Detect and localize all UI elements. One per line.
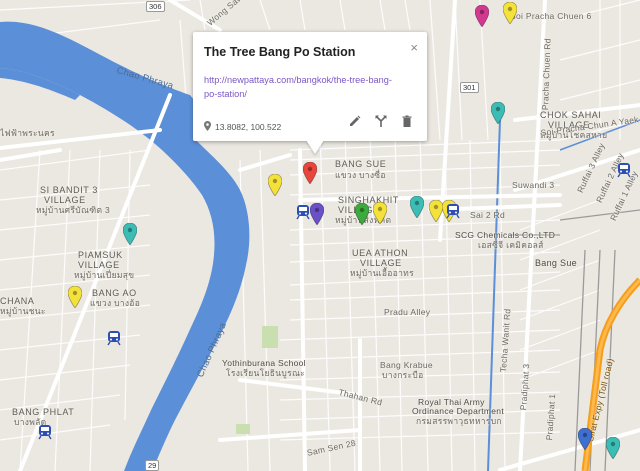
location-pin-icon xyxy=(204,121,211,133)
scg-chemicals-thai-label: เอสซีจี เคมิคอลส์ xyxy=(478,240,544,250)
edit-icon[interactable] xyxy=(349,114,361,126)
uea-athon-thai-label: หมู่บ้านเอื้ออาทร xyxy=(350,268,414,278)
blue-marker[interactable] xyxy=(577,427,593,451)
magenta-marker[interactable] xyxy=(474,4,490,28)
yellow-marker[interactable] xyxy=(372,201,388,225)
bang-phlat-label: BANG PHLAT xyxy=(12,407,75,417)
royal-thai-army-thai-label: กรมสรรพาวุธทหารบก xyxy=(416,416,502,426)
purple-marker[interactable] xyxy=(309,202,325,226)
info-window-link-line2[interactable]: po-station/ xyxy=(204,89,247,99)
selected-red-marker[interactable] xyxy=(302,161,318,185)
info-window-coordinates: 13.8082, 100.522 xyxy=(204,121,281,133)
bang-ao-label: BANG AO xyxy=(92,288,137,298)
bang-sue-station-label: Bang Sue xyxy=(535,258,577,268)
piamsuk-thai-label: หมู่บ้านเปี่ยมสุข xyxy=(74,270,135,280)
yellow-marker[interactable] xyxy=(428,199,444,223)
coordinates-text: 13.8082, 100.522 xyxy=(215,122,282,132)
suwandi-3-label: Suwandi 3 xyxy=(512,180,555,190)
green-marker[interactable] xyxy=(354,202,370,226)
yellow-marker[interactable] xyxy=(67,285,83,309)
train-station-icon[interactable] xyxy=(446,203,460,224)
yothinburana-school-thai-label: โรงเรียนโยธินบูรณะ xyxy=(226,368,305,378)
info-window-actions xyxy=(349,114,413,127)
uea-athon-label: UEA ATHON xyxy=(352,248,409,258)
si-bandit-village-label: VILLAGE xyxy=(44,195,86,205)
delete-icon[interactable] xyxy=(401,114,413,127)
info-window: The Tree Bang Po Station × http://newpat… xyxy=(193,32,427,154)
bang-sue-thai-label: แขวง บางซื่อ xyxy=(335,170,386,180)
si-bandit-thai-label: หมู่บ้านศรีบัณฑิต 3 xyxy=(36,205,110,215)
yothinburana-school-label: Yothinburana School xyxy=(222,358,306,368)
bang-ao-thai-label: แขวง บางอ้อ xyxy=(90,298,141,308)
chok-sahai-label: CHOK SAHAI xyxy=(540,110,602,120)
info-window-title: The Tree Bang Po Station xyxy=(204,45,356,59)
teal-marker[interactable] xyxy=(490,101,506,125)
bang-krabue-label: Bang Krabue xyxy=(380,360,433,370)
power-plant-thai-label: ไฟฟ้าพระนคร xyxy=(0,128,55,138)
info-window-pointer xyxy=(306,140,324,154)
teal-marker[interactable] xyxy=(409,195,425,219)
yellow-marker[interactable] xyxy=(502,1,518,25)
teal-marker[interactable] xyxy=(122,222,138,246)
scg-chemicals-label: SCG Chemicals Co.,LTD xyxy=(455,230,556,240)
bang-sue-label: BANG SUE xyxy=(335,159,387,169)
close-icon[interactable]: × xyxy=(410,40,418,55)
piamsuk-village-label: VILLAGE xyxy=(78,260,120,270)
si-bandit-label: SI BANDIT 3 xyxy=(40,185,98,195)
route-306-shield: 306 xyxy=(146,1,165,12)
train-station-icon[interactable] xyxy=(617,162,631,183)
route-29-shield: 29 xyxy=(145,460,160,471)
bang-krabue-thai-label: บางกระบือ xyxy=(382,370,424,380)
soi-pracha-chuen-6-label: Soi Pracha Chuen 6 xyxy=(510,11,592,21)
map-canvas[interactable]: Chao Phraya Chao Phraya BANG SUE แขวง บา… xyxy=(0,0,640,471)
directions-icon[interactable] xyxy=(375,114,387,127)
train-station-icon[interactable] xyxy=(107,330,121,351)
ordinance-dept-label: Ordinance Department xyxy=(412,406,504,416)
piamsuk-label: PIAMSUK xyxy=(78,250,123,260)
uea-athon-village-label: VILLAGE xyxy=(360,258,402,268)
teal-marker[interactable] xyxy=(605,436,621,460)
yellow-marker[interactable] xyxy=(267,173,283,197)
chana-label: CHANA xyxy=(0,296,35,306)
sai-2-rd-label: Sai 2 Rd xyxy=(470,210,506,220)
train-station-icon[interactable] xyxy=(38,424,52,445)
info-window-link[interactable]: http://newpattaya.com/bangkok/the-tree-b… xyxy=(204,73,394,101)
train-station-icon[interactable] xyxy=(296,204,310,225)
chana-thai-label: หมู่บ้านชนะ xyxy=(0,306,46,316)
pradu-alley-label: Pradu Alley xyxy=(384,307,431,317)
route-301-shield: 301 xyxy=(460,82,479,93)
info-window-link-line1[interactable]: http://newpattaya.com/bangkok/the-tree-b… xyxy=(204,75,392,85)
